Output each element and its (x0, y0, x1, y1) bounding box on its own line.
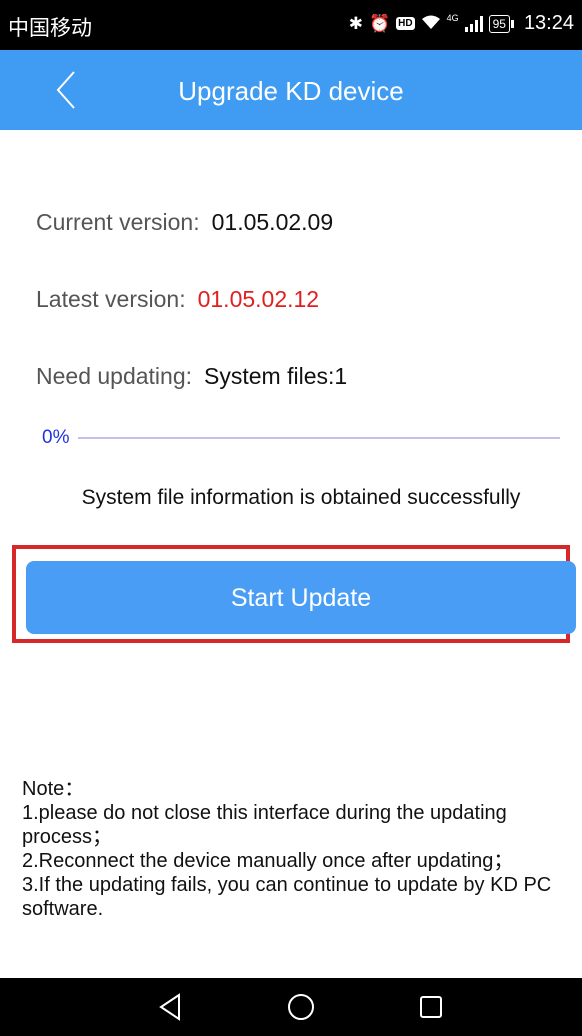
chevron-left-icon (56, 71, 75, 109)
note-line: 2.Reconnect the device manually once aft… (22, 850, 514, 872)
current-version-value: 01.05.02.09 (211, 209, 334, 235)
need-updating-label: Need updating: (36, 363, 193, 389)
note-line: 1.please do not close this interface dur… (22, 802, 507, 848)
latest-version-value: 01.05.02.12 (197, 286, 320, 312)
nav-recents-button[interactable] (415, 991, 447, 1023)
carrier-name: 中国移动 (8, 16, 92, 40)
status-icons: ✱ ⏰ HD 4G 95 13:24 (349, 12, 574, 35)
back-button[interactable] (48, 66, 88, 114)
clock: 13:24 (523, 12, 574, 34)
hd-icon: HD (396, 17, 415, 30)
progress-bar (78, 437, 560, 439)
wifi-icon (421, 14, 441, 33)
note-line: 3.If the updating fails, you can continu… (22, 874, 552, 920)
system-nav-bar (0, 978, 582, 1036)
alarm-icon: ⏰ (368, 14, 391, 33)
network-type: 4G (446, 12, 459, 23)
status-bar: 中国移动 ✱ ⏰ HD 4G 95 13:24 (0, 0, 582, 50)
back-triangle-icon (159, 993, 180, 1021)
latest-version-label: Latest version: (36, 286, 186, 312)
bluetooth-icon: ✱ (348, 14, 363, 33)
note-section: Note： 1.please do not close this interfa… (22, 777, 574, 921)
recents-square-icon (420, 996, 442, 1018)
progress-percent: 0% (42, 427, 70, 448)
need-updating-row: Need updating: System files:1 (36, 363, 347, 390)
latest-version-row: Latest version: 01.05.02.12 (36, 286, 319, 313)
app-header: Upgrade KD device (0, 50, 582, 130)
note-title: Note： (22, 778, 85, 800)
nav-back-button[interactable] (155, 991, 187, 1023)
current-version-row: Current version: 01.05.02.09 (36, 209, 333, 236)
current-version-label: Current version: (36, 209, 200, 235)
battery-icon: 95 (488, 14, 515, 33)
signal-icon (464, 15, 483, 32)
need-updating-value: System files:1 (204, 363, 348, 389)
home-circle-icon (288, 994, 314, 1020)
status-message: System file information is obtained succ… (81, 486, 521, 509)
start-update-button[interactable]: Start Update (26, 561, 576, 634)
nav-home-button[interactable] (285, 991, 317, 1023)
battery-level: 95 (492, 16, 506, 31)
